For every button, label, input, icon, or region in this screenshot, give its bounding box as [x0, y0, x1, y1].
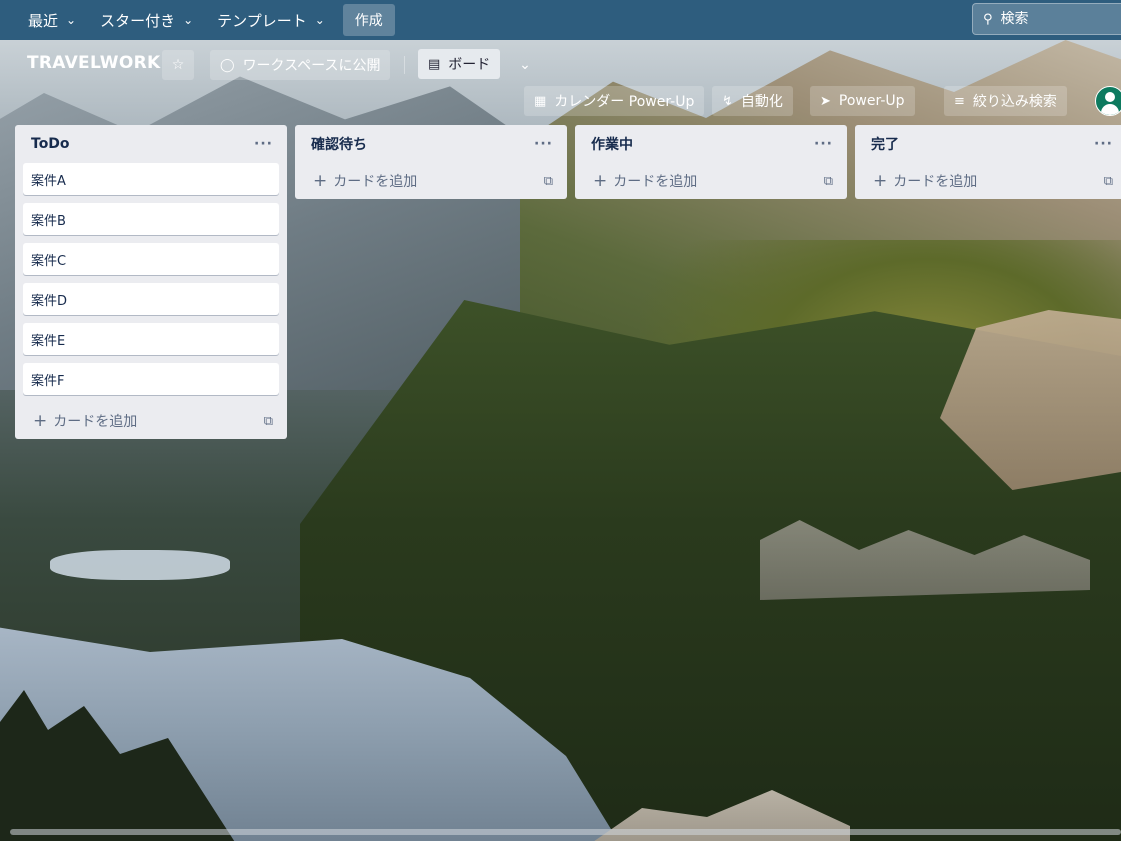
plus-icon: +	[873, 171, 888, 191]
card[interactable]: 案件E	[23, 323, 279, 355]
add-card-button[interactable]: + カードを追加	[593, 171, 697, 191]
nav-templates-label: テンプレート	[217, 11, 307, 30]
list-awaiting-review: 確認待ち ··· + カードを追加 ⧉	[295, 125, 567, 199]
list-in-progress: 作業中 ··· + カードを追加 ⧉	[575, 125, 847, 199]
add-card-label: カードを追加	[53, 414, 138, 430]
create-button[interactable]: 作成	[342, 4, 395, 36]
search-box[interactable]: ⚲	[972, 3, 1121, 35]
plus-icon: +	[313, 171, 328, 191]
automation-label: 自動化	[740, 94, 783, 110]
card-template-icon[interactable]: ⧉	[544, 174, 553, 189]
filter-icon: ≡	[954, 93, 965, 109]
card-template-icon[interactable]: ⧉	[264, 414, 273, 429]
workspace-visibility-label: ワークスペースに公開	[242, 58, 381, 74]
add-card-button[interactable]: + カードを追加	[313, 171, 417, 191]
calendar-powerup-label: カレンダー Power-Up	[554, 94, 695, 110]
search-input[interactable]	[1000, 11, 1101, 27]
workspace-icon: ◯	[220, 57, 235, 73]
list-header[interactable]: 確認待ち ···	[295, 125, 567, 163]
add-card-row: + カードを追加 ⧉	[295, 163, 567, 199]
nav-starred-dropdown[interactable]: スター付き ⌄	[92, 4, 201, 36]
view-switcher-dropdown[interactable]: ⌄	[510, 50, 540, 80]
card[interactable]: 案件A	[23, 163, 279, 195]
add-card-label: カードを追加	[333, 174, 418, 190]
add-card-label: カードを追加	[893, 174, 978, 190]
chevron-down-icon: ⌄	[66, 13, 77, 27]
list-menu-icon[interactable]: ···	[814, 136, 833, 152]
card[interactable]: 案件B	[23, 203, 279, 235]
star-board-button[interactable]: ☆	[162, 50, 194, 80]
add-card-row: + カードを追加 ⧉	[575, 163, 847, 199]
card-template-icon[interactable]: ⧉	[824, 174, 833, 189]
calendar-powerup-button[interactable]: ▦ カレンダー Power-Up	[524, 86, 705, 116]
powerups-button[interactable]: ➤ Power-Up	[810, 86, 915, 116]
chevron-down-icon: ⌄	[314, 13, 325, 27]
automation-button[interactable]: ↯ 自動化	[712, 86, 793, 116]
star-icon: ☆	[171, 57, 185, 73]
card[interactable]: 案件C	[23, 243, 279, 275]
card[interactable]: 案件F	[23, 363, 279, 395]
powerups-label: Power-Up	[838, 93, 905, 109]
header-divider	[404, 56, 405, 74]
list-header[interactable]: ToDo ···	[15, 125, 287, 163]
card[interactable]: 案件D	[23, 283, 279, 315]
plus-icon: +	[593, 171, 608, 191]
list-title[interactable]: 完了	[871, 134, 899, 154]
card-template-icon[interactable]: ⧉	[1104, 174, 1113, 189]
lightning-icon: ↯	[722, 93, 733, 109]
chevron-down-icon: ⌄	[519, 57, 531, 73]
add-card-row: + カードを追加 ⧉	[855, 163, 1121, 199]
list-header[interactable]: 作業中 ···	[575, 125, 847, 163]
list-done: 完了 ··· + カードを追加 ⧉	[855, 125, 1121, 199]
add-card-button[interactable]: + カードを追加	[873, 171, 977, 191]
nav-starred-label: スター付き	[100, 11, 176, 30]
board-title[interactable]: TRAVELWORK	[20, 51, 167, 75]
top-navigation-bar: 最近 ⌄ スター付き ⌄ テンプレート ⌄ 作成 ⚲	[0, 0, 1121, 40]
board-icon: ▤	[428, 56, 441, 72]
list-todo: ToDo ··· 案件A 案件B 案件C 案件D 案件E 案件F + カードを追…	[15, 125, 287, 439]
list-menu-icon[interactable]: ···	[534, 136, 553, 152]
nav-recent-label: 最近	[28, 11, 59, 30]
filter-label: 絞り込み検索	[972, 94, 1057, 110]
add-card-label: カードを追加	[613, 174, 698, 190]
plus-icon: +	[33, 411, 48, 431]
avatar[interactable]	[1095, 86, 1121, 116]
nav-templates-dropdown[interactable]: テンプレート ⌄	[209, 4, 333, 36]
list-title[interactable]: ToDo	[31, 136, 70, 152]
calendar-icon: ▦	[534, 93, 547, 109]
workspace-visibility-button[interactable]: ◯ ワークスペースに公開	[210, 50, 391, 80]
list-menu-icon[interactable]: ···	[254, 136, 273, 152]
chevron-down-icon: ⌄	[183, 13, 194, 27]
list-header[interactable]: 完了 ···	[855, 125, 1121, 163]
rocket-icon: ➤	[820, 93, 831, 109]
add-card-row: + カードを追加 ⧉	[15, 403, 287, 439]
add-card-button[interactable]: + カードを追加	[33, 411, 137, 431]
board-view-label: ボード	[448, 57, 491, 73]
board-view-button[interactable]: ▤ ボード	[418, 49, 501, 79]
list-menu-icon[interactable]: ···	[1094, 136, 1113, 152]
search-icon: ⚲	[983, 11, 993, 27]
filter-button[interactable]: ≡ 絞り込み検索	[944, 86, 1067, 116]
nav-recent-dropdown[interactable]: 最近 ⌄	[20, 4, 84, 36]
list-title[interactable]: 確認待ち	[311, 134, 367, 154]
list-title[interactable]: 作業中	[591, 134, 633, 154]
horizontal-scrollbar[interactable]	[10, 829, 1121, 835]
